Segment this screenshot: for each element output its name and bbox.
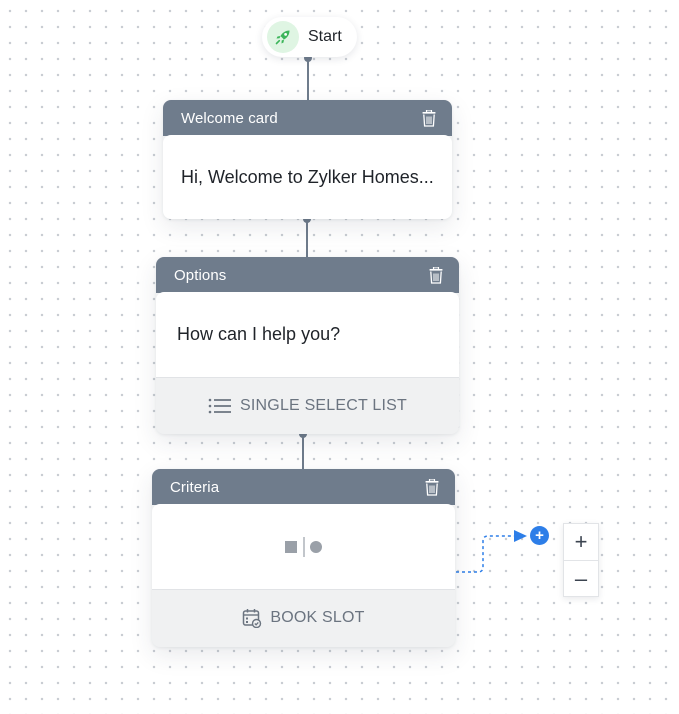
criteria-card[interactable]: Criteria BOOK SLOT bbox=[152, 469, 455, 647]
connector-welcome-options bbox=[303, 215, 311, 257]
criteria-card-body bbox=[152, 504, 455, 589]
calendar-check-icon bbox=[242, 608, 262, 628]
flow-canvas[interactable]: Start Welcome card Hi, Welcome to Zylker… bbox=[0, 0, 679, 714]
single-select-list-label: SINGLE SELECT LIST bbox=[240, 397, 407, 414]
welcome-message: Hi, Welcome to Zylker Homes... bbox=[181, 166, 434, 187]
options-card-header: Options bbox=[156, 257, 459, 293]
criteria-card-title: Criteria bbox=[170, 478, 220, 496]
book-slot-button[interactable]: BOOK SLOT bbox=[152, 589, 455, 646]
connector-criteria-next bbox=[456, 530, 527, 573]
start-label: Start bbox=[308, 28, 342, 45]
add-node-button[interactable]: + bbox=[530, 526, 549, 545]
trash-icon[interactable] bbox=[427, 265, 445, 285]
options-message: How can I help you? bbox=[177, 324, 341, 344]
welcome-card-header: Welcome card bbox=[163, 100, 452, 136]
welcome-card[interactable]: Welcome card Hi, Welcome to Zylker Homes… bbox=[163, 100, 452, 219]
book-slot-label: BOOK SLOT bbox=[270, 609, 365, 626]
options-card-title: Options bbox=[174, 266, 227, 284]
welcome-card-title: Welcome card bbox=[181, 109, 278, 127]
connector-start-welcome bbox=[304, 54, 312, 100]
trash-icon[interactable] bbox=[420, 108, 438, 128]
rocket-icon bbox=[267, 21, 299, 53]
zoom-out-button[interactable]: – bbox=[564, 560, 598, 597]
criteria-card-header: Criteria bbox=[152, 469, 455, 505]
options-card-body: How can I help you? bbox=[156, 292, 459, 377]
start-node[interactable]: Start bbox=[262, 17, 357, 57]
options-card[interactable]: Options How can I help you? SINGLE SELEC… bbox=[156, 257, 459, 434]
zoom-controls: + – bbox=[563, 523, 599, 597]
welcome-card-body: Hi, Welcome to Zylker Homes... bbox=[163, 135, 452, 219]
connector-options-criteria bbox=[299, 430, 307, 469]
trash-icon[interactable] bbox=[423, 477, 441, 497]
list-icon bbox=[208, 397, 232, 415]
criteria-icon bbox=[284, 536, 323, 557]
single-select-list-button[interactable]: SINGLE SELECT LIST bbox=[156, 377, 459, 434]
zoom-in-button[interactable]: + bbox=[564, 524, 598, 560]
